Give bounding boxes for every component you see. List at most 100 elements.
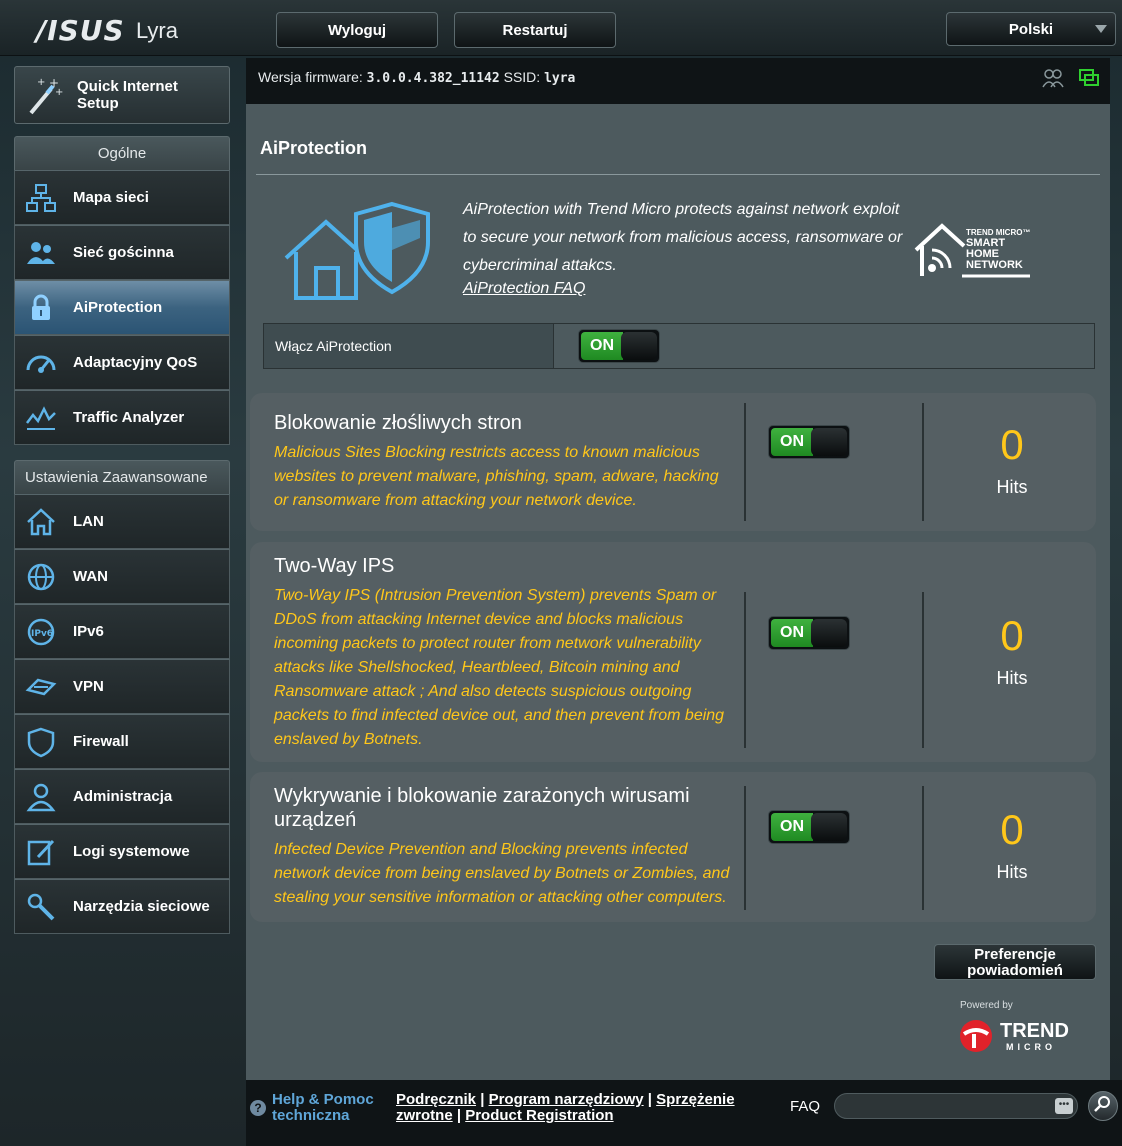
restart-button[interactable]: Restartuj bbox=[454, 12, 616, 48]
micro-logo-text: MICRO bbox=[1006, 1042, 1056, 1052]
sidebar-item-label: Firewall bbox=[73, 733, 129, 750]
guest-network-icon bbox=[23, 235, 59, 271]
toggle-knob bbox=[621, 332, 657, 360]
traffic-chart-icon bbox=[23, 400, 59, 436]
firmware-info: Wersja firmware: 3.0.0.4.382_11142 SSID:… bbox=[258, 69, 575, 86]
card-description: Infected Device Prevention and Blocking … bbox=[274, 841, 730, 906]
chevron-down-icon bbox=[1095, 25, 1107, 33]
enable-aiprotection-row: Włącz AiProtection ON bbox=[263, 323, 1095, 369]
quick-internet-setup-button[interactable]: + + + Quick Internet Setup bbox=[14, 66, 230, 124]
page-title: AiProtection bbox=[260, 138, 368, 158]
two-way-ips-card: Two-Way IPS Two-Way IPS (Intrusion Preve… bbox=[250, 542, 1096, 762]
sidebar-item-ipv6[interactable]: IPv6 IPv6 bbox=[14, 604, 230, 659]
utility-link[interactable]: Program narzędziowy bbox=[489, 1091, 644, 1108]
svg-text:+: + bbox=[37, 77, 45, 88]
faq-search-input[interactable]: ••• bbox=[834, 1093, 1078, 1119]
globe-icon bbox=[23, 559, 59, 595]
toggle-knob bbox=[811, 619, 847, 647]
malicious-sites-toggle[interactable]: ON bbox=[768, 425, 850, 459]
sidebar-item-label: IPv6 bbox=[73, 623, 104, 640]
sidebar-item-network-map[interactable]: Mapa sieci bbox=[14, 170, 230, 225]
product-registration-link[interactable]: Product Registration bbox=[465, 1107, 613, 1124]
tm-logo-line4: NETWORK bbox=[966, 259, 1023, 271]
admin-user-icon bbox=[23, 779, 59, 815]
home-icon bbox=[23, 504, 59, 540]
sidebar-item-aiprotection[interactable]: AiProtection bbox=[14, 280, 230, 335]
sidebar-item-label: Narzędzia sieciowe bbox=[73, 898, 210, 915]
tools-icon bbox=[23, 889, 59, 925]
sidebar-item-vpn[interactable]: VPN bbox=[14, 659, 230, 714]
infected-device-card: Wykrywanie i blokowanie zarażonych wirus… bbox=[250, 772, 1096, 922]
hits-label: Hits bbox=[996, 862, 1028, 882]
shield-icon bbox=[23, 724, 59, 760]
sidebar-item-label: VPN bbox=[73, 678, 104, 695]
language-value: Polski bbox=[1008, 20, 1054, 38]
svg-text:+: + bbox=[55, 87, 63, 98]
card-divider bbox=[922, 786, 924, 910]
top-bar: /ISUS Lyra Wyloguj Restartuj Polski bbox=[0, 0, 1122, 56]
powered-by-label: Powered by bbox=[960, 1000, 1013, 1011]
notification-preferences-button[interactable]: Preferencje powiadomień bbox=[934, 944, 1096, 980]
hits-label: Hits bbox=[996, 477, 1028, 497]
qis-label-line2: Setup bbox=[77, 95, 119, 112]
card-title: Blokowanie złośliwych stron bbox=[274, 412, 522, 434]
hits-count: 0 bbox=[1000, 612, 1024, 659]
firmware-info-bar: Wersja firmware: 3.0.0.4.382_11142 SSID:… bbox=[246, 58, 1110, 104]
sidebar-item-label: LAN bbox=[73, 513, 104, 530]
log-edit-icon bbox=[23, 834, 59, 870]
logout-button[interactable]: Wyloguj bbox=[276, 12, 438, 48]
card-divider bbox=[744, 786, 746, 910]
sidebar-item-label: AiProtection bbox=[73, 299, 163, 316]
clients-status-icon[interactable] bbox=[1042, 68, 1064, 93]
toggle-state: ON bbox=[771, 428, 813, 456]
hits-count: 0 bbox=[1000, 806, 1024, 853]
search-button[interactable] bbox=[1088, 1091, 1118, 1121]
footer-links: Podręcznik | Program narzędziowy | Sprzę… bbox=[396, 1091, 735, 1124]
sidebar-item-firewall[interactable]: Firewall bbox=[14, 714, 230, 769]
sidebar-general: Ogólne Mapa sieci Sieć gościnna AiProtec… bbox=[14, 136, 230, 445]
sidebar-item-administration[interactable]: Administracja bbox=[14, 769, 230, 824]
house-shield-illustration bbox=[282, 198, 432, 302]
sidebar-item-guest-network[interactable]: Sieć gościnna bbox=[14, 225, 230, 280]
help-line1: Help & Pomoc bbox=[272, 1091, 374, 1108]
intro-text: AiProtection with Trend Micro protects a… bbox=[463, 201, 903, 274]
help-support[interactable]: Help & Pomoc techniczna bbox=[272, 1092, 374, 1124]
firmware-value: 3.0.0.4.382_11142 bbox=[366, 71, 500, 86]
pref-label-line1: Preferencje bbox=[974, 946, 1056, 963]
aiprotection-faq-link[interactable]: AiProtection FAQ bbox=[463, 280, 585, 298]
sidebar-item-system-log[interactable]: Logi systemowe bbox=[14, 824, 230, 879]
sidebar-item-label: Logi systemowe bbox=[73, 843, 190, 860]
speedometer-icon bbox=[23, 345, 59, 381]
sidebar-item-label: Traffic Analyzer bbox=[73, 409, 185, 426]
sidebar-item-network-tools[interactable]: Narzędzia sieciowe bbox=[14, 879, 230, 934]
toggle-state: ON bbox=[581, 332, 623, 360]
language-select[interactable]: Polski bbox=[946, 12, 1116, 46]
sidebar-item-wan[interactable]: WAN bbox=[14, 549, 230, 604]
card-description: Two-Way IPS (Intrusion Prevention System… bbox=[274, 587, 725, 748]
sidebar-item-label: Administracja bbox=[73, 788, 173, 805]
enable-aiprotection-toggle[interactable]: ON bbox=[578, 329, 660, 363]
two-way-ips-toggle[interactable]: ON bbox=[768, 616, 850, 650]
help-icon: ? bbox=[250, 1100, 266, 1116]
malicious-sites-card: Blokowanie złośliwych stron Malicious Si… bbox=[250, 393, 1096, 531]
model-name: Lyra bbox=[136, 18, 178, 43]
hits-count: 0 bbox=[1000, 421, 1024, 468]
svg-text:IPv6: IPv6 bbox=[31, 629, 53, 639]
card-divider bbox=[744, 592, 746, 748]
ssid-label: SSID: bbox=[503, 69, 541, 85]
asus-logo: /ISUS bbox=[36, 14, 125, 47]
hits-label: Hits bbox=[996, 668, 1028, 688]
card-description: Malicious Sites Blocking restricts acces… bbox=[274, 444, 719, 509]
sidebar-item-lan[interactable]: LAN bbox=[14, 494, 230, 549]
infected-device-toggle[interactable]: ON bbox=[768, 810, 850, 844]
faq-dots: ••• bbox=[1055, 1098, 1073, 1114]
toggle-knob bbox=[811, 813, 847, 841]
sidebar-item-adaptive-qos[interactable]: Adaptacyjny QoS bbox=[14, 335, 230, 390]
lock-icon bbox=[23, 290, 59, 326]
faq-label: FAQ bbox=[790, 1098, 821, 1115]
sidebar-item-traffic-analyzer[interactable]: Traffic Analyzer bbox=[14, 390, 230, 445]
manual-link[interactable]: Podręcznik bbox=[396, 1091, 476, 1108]
trend-micro-logo: TREND MICRO bbox=[958, 1014, 1078, 1054]
card-divider bbox=[922, 403, 924, 521]
connection-status-icon[interactable] bbox=[1078, 68, 1100, 93]
